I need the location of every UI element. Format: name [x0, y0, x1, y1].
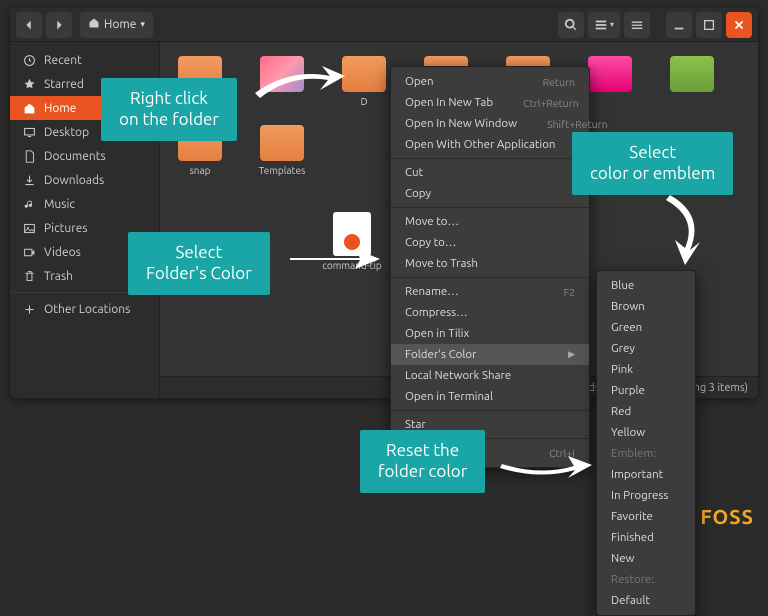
- menu-item[interactable]: Open With Other Application: [391, 134, 589, 155]
- search-button[interactable]: [558, 12, 584, 38]
- menu-item[interactable]: Local Network Share: [391, 365, 589, 386]
- star-icon: [22, 77, 36, 91]
- desktop-icon: [22, 125, 36, 139]
- picture-icon: [22, 221, 36, 235]
- submenu-item[interactable]: Blue: [597, 275, 695, 296]
- breadcrumb-label: Home: [104, 18, 136, 31]
- folder-icon: [670, 56, 714, 92]
- sidebar-item-label: Desktop: [44, 126, 89, 139]
- folder-icon: [260, 125, 304, 161]
- clock-icon: [22, 53, 36, 67]
- hamburger-menu-button[interactable]: [624, 12, 650, 38]
- sidebar-item-label: Home: [44, 102, 76, 115]
- submenu-item: Restore:: [597, 569, 695, 590]
- maximize-button[interactable]: [696, 12, 722, 38]
- folder-item[interactable]: [662, 56, 722, 107]
- menu-item[interactable]: Open In New TabCtrl+Return: [391, 92, 589, 113]
- context-menu: OpenReturnOpen In New TabCtrl+ReturnOpen…: [390, 66, 590, 468]
- submenu-item[interactable]: Brown: [597, 296, 695, 317]
- video-icon: [22, 245, 36, 259]
- submenu-item[interactable]: Favorite: [597, 506, 695, 527]
- plus-icon: [22, 302, 36, 316]
- sidebar-item-label: Trash: [44, 270, 73, 283]
- menu-item[interactable]: Cut: [391, 162, 589, 183]
- arrow-icon: [290, 244, 385, 274]
- download-icon: [22, 173, 36, 187]
- view-list-button[interactable]: ▾: [588, 12, 620, 38]
- submenu-item[interactable]: In Progress: [597, 485, 695, 506]
- doc-icon: [22, 149, 36, 163]
- folder-item[interactable]: Templates: [252, 125, 312, 176]
- arrow-icon: [250, 58, 350, 108]
- sidebar-item-downloads[interactable]: Downloads: [10, 168, 159, 192]
- folder-label: D: [360, 96, 367, 107]
- submenu-item[interactable]: Red: [597, 401, 695, 422]
- chevron-down-icon: ▾: [140, 19, 145, 30]
- submenu-item: Emblem:: [597, 443, 695, 464]
- sidebar-item-label: Other Locations: [44, 303, 130, 316]
- sidebar-item-label: Downloads: [44, 174, 104, 187]
- submenu-item[interactable]: Yellow: [597, 422, 695, 443]
- home-icon: [88, 17, 100, 32]
- close-button[interactable]: [726, 12, 752, 38]
- breadcrumb[interactable]: Home ▾: [80, 12, 153, 38]
- callout-reset-color: Reset the folder color: [360, 430, 485, 493]
- titlebar: Home ▾ ▾: [10, 8, 758, 42]
- folder-color-submenu: BlueBrownGreenGreyPinkPurpleRedYellowEmb…: [596, 270, 696, 616]
- sidebar-item-music[interactable]: Music: [10, 192, 159, 216]
- sidebar-item-recent[interactable]: Recent: [10, 48, 159, 72]
- menu-item[interactable]: Copy: [391, 183, 589, 204]
- folder-label: Templates: [259, 165, 306, 176]
- callout-select-folder-color: Select Folder's Color: [128, 232, 270, 295]
- music-icon: [22, 197, 36, 211]
- nav-back-button[interactable]: [16, 12, 42, 38]
- home-icon: [22, 101, 36, 115]
- submenu-item[interactable]: Important: [597, 464, 695, 485]
- minimize-button[interactable]: [666, 12, 692, 38]
- sidebar-item-label: Pictures: [44, 222, 88, 235]
- submenu-item[interactable]: Default: [597, 590, 695, 611]
- menu-item[interactable]: OpenReturn: [391, 71, 589, 92]
- nav-forward-button[interactable]: [46, 12, 72, 38]
- folder-icon: [588, 56, 632, 92]
- menu-item[interactable]: Compress…: [391, 302, 589, 323]
- callout-right-click: Right click on the folder: [101, 78, 237, 141]
- callout-select-color-emblem: Select color or emblem: [572, 132, 733, 195]
- sidebar-item-label: Documents: [44, 150, 106, 163]
- arrow-icon: [650, 190, 720, 270]
- chevron-right-icon: ▶: [568, 349, 575, 360]
- submenu-item[interactable]: Purple: [597, 380, 695, 401]
- menu-item[interactable]: Open in Tilix: [391, 323, 589, 344]
- sidebar-item-other-locations[interactable]: Other Locations: [10, 297, 159, 321]
- sidebar-item-label: Recent: [44, 54, 82, 67]
- menu-item[interactable]: Move to…: [391, 211, 589, 232]
- menu-item[interactable]: Rename…F2: [391, 281, 589, 302]
- submenu-item[interactable]: Pink: [597, 359, 695, 380]
- submenu-item[interactable]: New: [597, 548, 695, 569]
- menu-item[interactable]: Open In New WindowShift+Return: [391, 113, 589, 134]
- sidebar-item-label: Music: [44, 198, 75, 211]
- menu-item[interactable]: Open in Terminal: [391, 386, 589, 407]
- menu-item[interactable]: Folder's Color▶: [391, 344, 589, 365]
- submenu-item[interactable]: Grey: [597, 338, 695, 359]
- trash-icon: [22, 269, 36, 283]
- sidebar-item-label: Videos: [44, 246, 81, 259]
- submenu-item[interactable]: Green: [597, 317, 695, 338]
- folder-label: snap: [189, 165, 210, 176]
- sidebar-item-label: Starred: [44, 78, 84, 91]
- menu-item[interactable]: Copy to…: [391, 232, 589, 253]
- sidebar-item-documents[interactable]: Documents: [10, 144, 159, 168]
- menu-item[interactable]: Move to Trash: [391, 253, 589, 274]
- arrow-icon: [500, 450, 600, 490]
